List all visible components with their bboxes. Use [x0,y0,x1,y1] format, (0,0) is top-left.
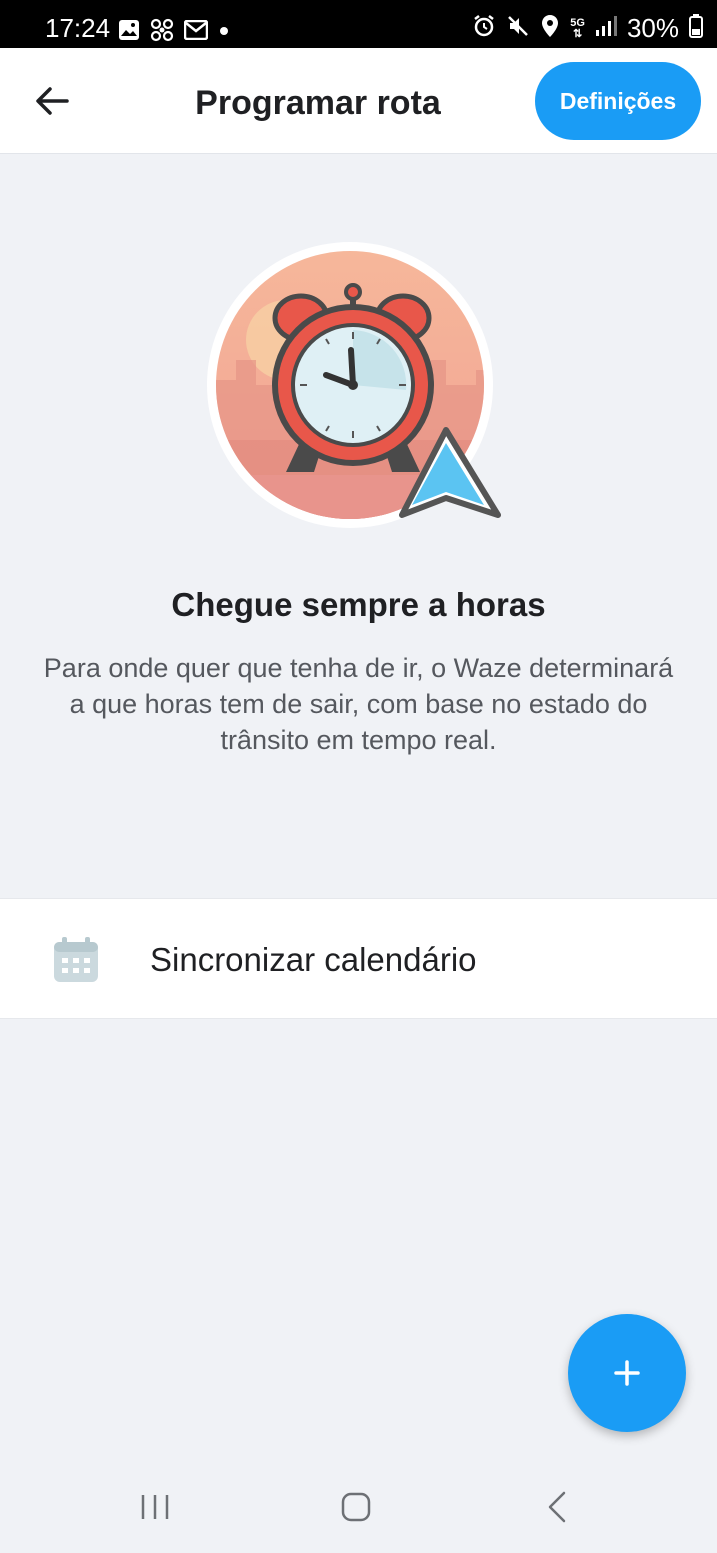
app-header: Programar rota Definições [0,48,717,154]
alarm-icon [472,14,496,43]
system-nav-bar [0,1462,717,1553]
battery-percent: 30% [626,13,679,43]
back-chevron-icon [548,1491,566,1523]
hero-headline: Chegue sempre a horas [171,586,546,623]
plus-icon [614,1360,640,1386]
home-button[interactable] [326,1482,386,1532]
status-right-icons: 5G ⇅ 30% [472,13,703,44]
status-time: 17:24 [45,13,111,43]
add-button[interactable] [568,1314,686,1432]
calendar-icon [52,936,100,989]
recents-icon [141,1495,169,1519]
dot-icon [218,24,230,42]
sync-calendar-label: Sincronizar calendário [150,941,477,978]
image-icon [118,19,140,46]
recents-button[interactable] [125,1482,185,1532]
battery-icon [689,14,703,43]
hero-description: Para onde quer que tenha de ir, o Waze d… [43,653,674,755]
signal-icon [595,15,617,42]
status-bar: 17:24 5G ⇅ 30% [0,0,717,48]
fan-icon [150,18,174,47]
mail-icon [183,19,209,45]
mute-icon [506,14,530,43]
sync-calendar-row[interactable]: Sincronizar calendário [0,898,717,1019]
settings-button[interactable]: Definições [535,62,701,140]
home-icon [341,1492,371,1522]
status-left-icons [118,18,230,47]
alarm-clock-navigation-illustration [206,240,506,540]
system-back-button[interactable] [527,1482,587,1532]
5g-icon: 5G ⇅ [570,16,585,40]
location-icon [540,14,560,43]
